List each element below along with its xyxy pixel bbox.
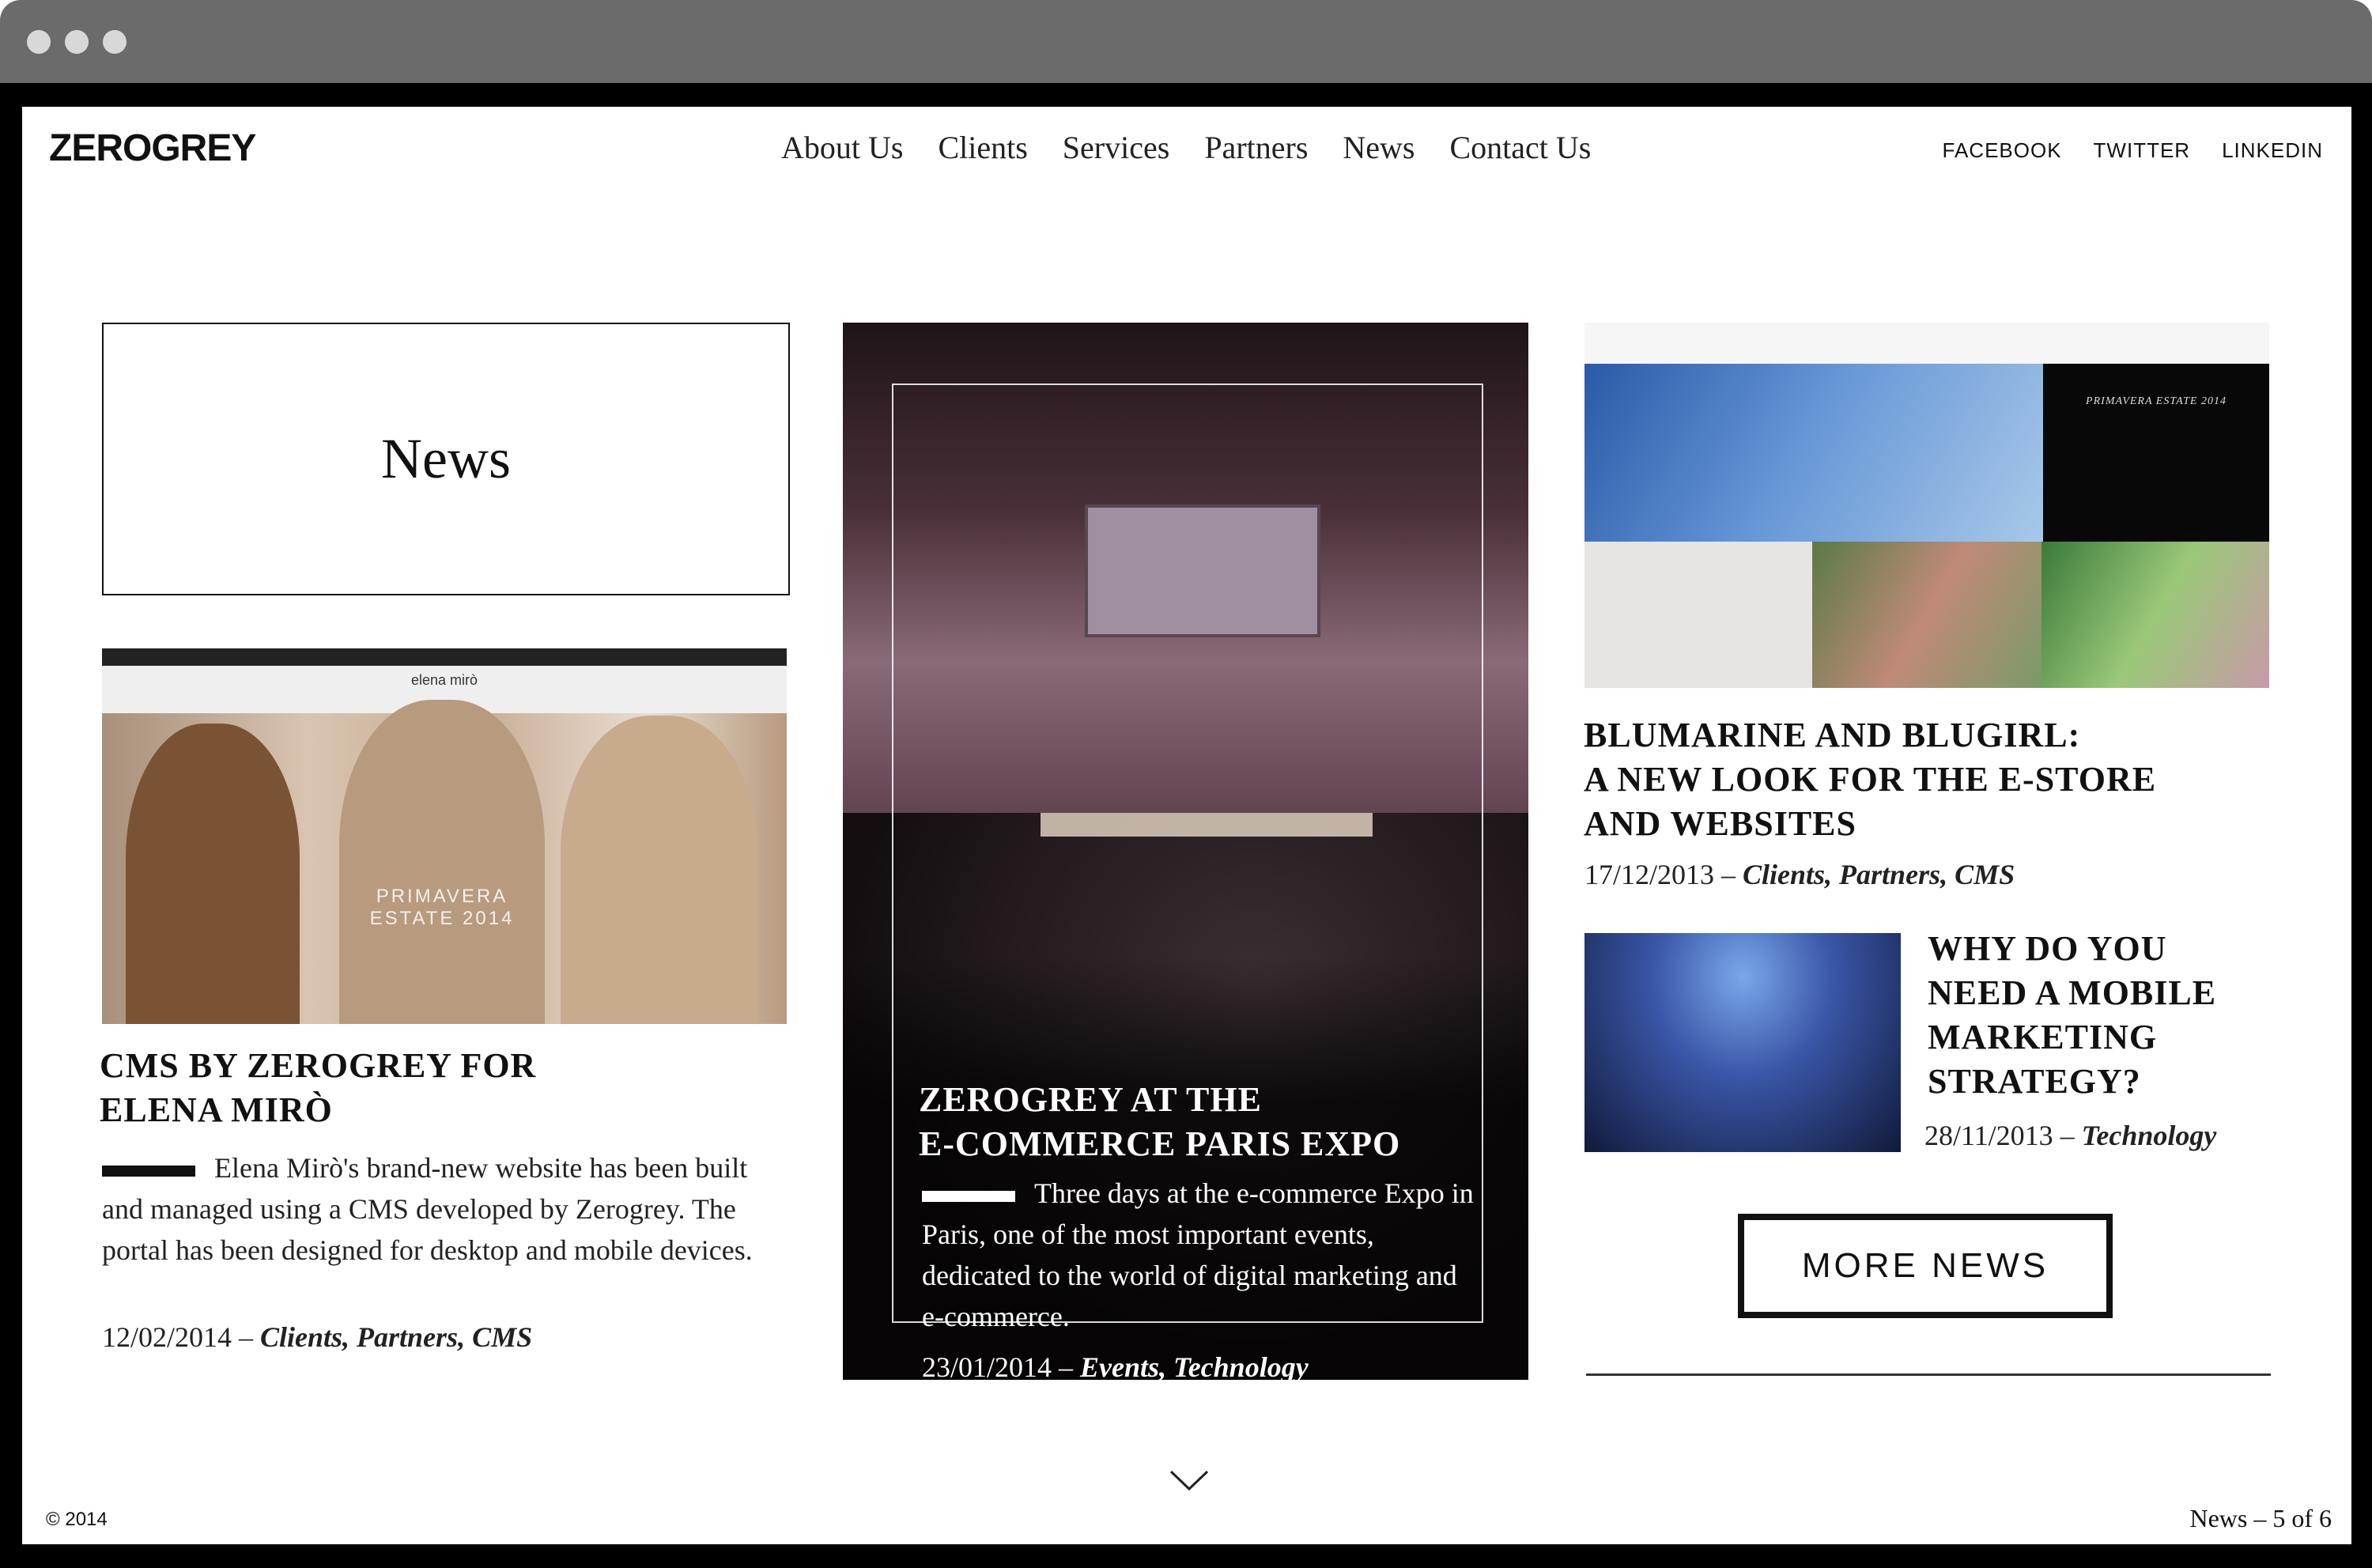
article-tags[interactable]: Events, Technology: [1080, 1351, 1309, 1380]
window-minimize-dot[interactable]: [65, 30, 89, 54]
nav-partners[interactable]: Partners: [1204, 129, 1308, 166]
copyright: © 2014: [46, 1509, 108, 1530]
main-nav: About Us Clients Services Partners News …: [781, 129, 1591, 166]
article-date: 28/11/2013 –: [1924, 1120, 2075, 1151]
article-meta: 23/01/2014 – Events, Technology: [922, 1351, 1309, 1380]
article-date: 23/01/2014 –: [922, 1351, 1074, 1380]
article-title-elena-miro[interactable]: CMS BY ZEROGREY FOR ELENA MIRÒ: [100, 1044, 788, 1132]
browser-chrome: [0, 0, 2372, 83]
twitter-link[interactable]: TWITTER: [2094, 138, 2191, 163]
model-figure: [339, 700, 545, 1024]
nav-news[interactable]: News: [1343, 129, 1415, 166]
social-links: FACEBOOK TWITTER LINKEDIN: [1943, 138, 2324, 163]
article-tags[interactable]: Clients, Partners, CMS: [260, 1321, 532, 1353]
window-maximize-dot[interactable]: [103, 30, 127, 54]
article-meta: 17/12/2013 – Clients, Partners, CMS: [1584, 858, 2015, 891]
model-figure: [561, 716, 758, 1024]
scroll-down-chevron-icon[interactable]: [1169, 1468, 1210, 1492]
divider: [1586, 1373, 2271, 1376]
linkedin-link[interactable]: LINKEDIN: [2222, 138, 2323, 163]
article-image-mobile-marketing[interactable]: [1584, 933, 1901, 1152]
model-figure: [126, 724, 300, 1024]
section-title-box: News: [102, 323, 790, 595]
article-tags[interactable]: Technology: [2082, 1120, 2217, 1151]
article-meta: 12/02/2014 – Clients, Partners, CMS: [102, 1321, 532, 1354]
article-title-line: ZEROGREY AT THE: [919, 1080, 1262, 1119]
article-title-line: AND WEBSITES: [1584, 804, 1856, 843]
image-brand-text: elena mirò: [410, 672, 478, 688]
site-logo[interactable]: ZEROGREY: [49, 127, 256, 170]
article-title-line: ELENA MIRÒ: [100, 1090, 333, 1129]
featured-article-card[interactable]: ZEROGREY AT THE E-COMMERCE PARIS EXPO Th…: [843, 323, 1528, 1380]
window-close-dot[interactable]: [27, 30, 51, 54]
model-panel: [2042, 542, 2269, 688]
excerpt-dash: [922, 1190, 1015, 1202]
image-topbar: [102, 648, 787, 666]
nav-about-us[interactable]: About Us: [781, 129, 903, 166]
article-date: 17/12/2013 –: [1584, 859, 1736, 890]
article-title-line: WHY DO YOU: [1928, 929, 2167, 968]
more-news-button[interactable]: MORE NEWS: [1738, 1214, 2113, 1318]
facebook-link[interactable]: FACEBOOK: [1943, 138, 2062, 163]
article-title-line: BLUMARINE AND BLUGIRL:: [1584, 716, 2081, 754]
model-panel: [1812, 542, 2042, 688]
article-title-mobile-marketing[interactable]: WHY DO YOU NEED A MOBILE MARKETING STRAT…: [1928, 927, 2276, 1104]
article-title-line: E-COMMERCE PARIS EXPO: [919, 1124, 1401, 1163]
page-indicator: News – 5 of 6: [2189, 1504, 2332, 1532]
article-title-line: NEED A MOBILE: [1928, 973, 2217, 1012]
article-date: 12/02/2014 –: [102, 1321, 254, 1353]
article-title-line: A NEW LOOK FOR THE E-STORE: [1584, 760, 2157, 799]
article-title-paris-expo[interactable]: ZEROGREY AT THE E-COMMERCE PARIS EXPO: [919, 1078, 1472, 1166]
excerpt-dash: [102, 1165, 195, 1177]
sea-panel: [1584, 364, 2043, 542]
nav-clients[interactable]: Clients: [938, 129, 1027, 166]
article-excerpt: Elena Mirò's brand-new website has been …: [102, 1147, 782, 1271]
nav-services[interactable]: Services: [1063, 129, 1170, 166]
model-panel: [1584, 542, 1812, 688]
article-title-line: MARKETING: [1928, 1018, 2158, 1056]
nav-contact-us[interactable]: Contact Us: [1449, 129, 1591, 166]
article-title-line: CMS BY ZEROGREY FOR: [100, 1046, 537, 1085]
article-image-elena-miro[interactable]: elena mirò PRIMAVERA ESTATE 2014: [102, 648, 787, 1024]
article-title-line: STRATEGY?: [1928, 1062, 2141, 1101]
dark-panel: PRIMAVERA ESTATE 2014: [2043, 364, 2269, 542]
article-excerpt: Three days at the e-commerce Expo in Par…: [922, 1173, 1475, 1337]
article-tags[interactable]: Clients, Partners, CMS: [1743, 859, 2015, 890]
image-topbar: [1584, 323, 2269, 364]
article-excerpt-text: Elena Mirò's brand-new website has been …: [102, 1152, 753, 1266]
article-image-blumarine[interactable]: PRIMAVERA ESTATE 2014: [1584, 323, 2269, 688]
image-overlay-text: PRIMAVERA ESTATE 2014: [369, 886, 515, 929]
article-title-blumarine[interactable]: BLUMARINE AND BLUGIRL: A NEW LOOK FOR TH…: [1584, 713, 2279, 846]
image-overlay-text: PRIMAVERA ESTATE 2014: [2086, 395, 2227, 407]
webpage: ZEROGREY About Us Clients Services Partn…: [22, 107, 2351, 1544]
article-meta: 28/11/2013 – Technology: [1924, 1119, 2216, 1152]
